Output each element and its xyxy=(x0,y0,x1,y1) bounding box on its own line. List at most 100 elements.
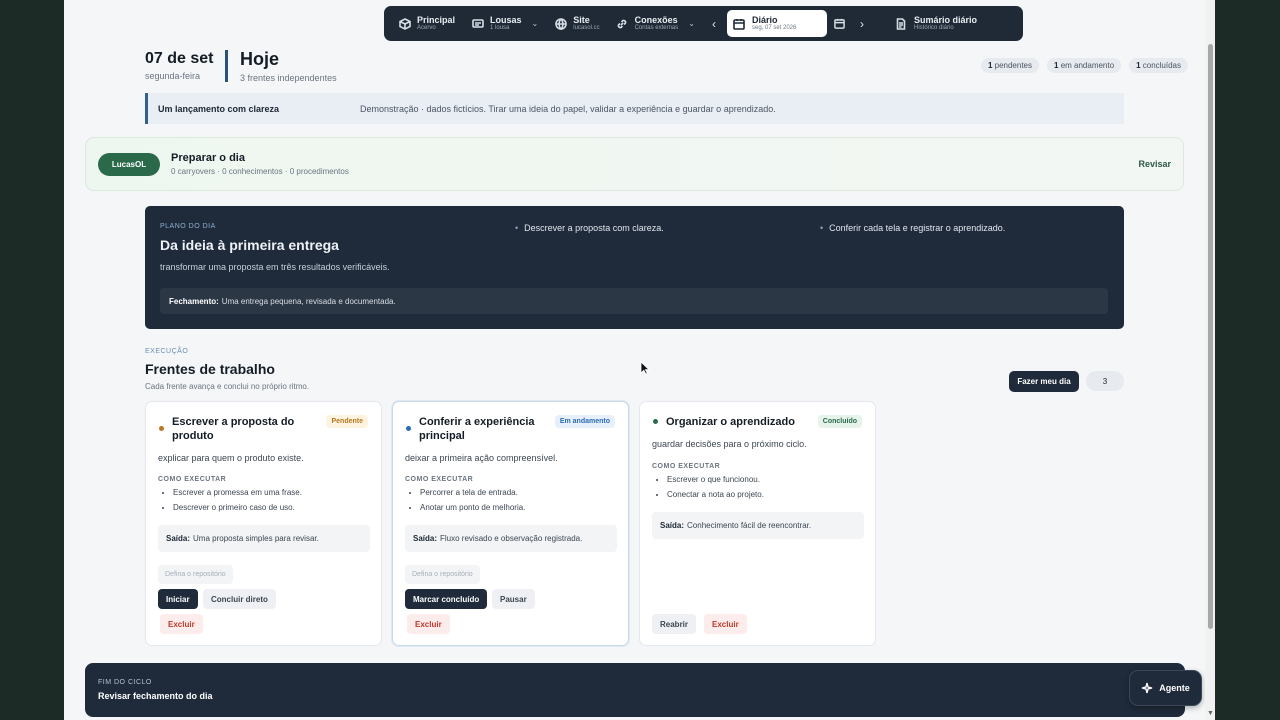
globe-icon xyxy=(554,17,567,30)
review-button[interactable]: Revisar xyxy=(1138,159,1171,169)
chevron-left-icon[interactable]: ‹ xyxy=(705,17,723,31)
set-repository-button[interactable]: Defina o repositório xyxy=(158,565,233,584)
counter-pending-label: pendentes xyxy=(994,61,1032,70)
output-label: Saída: xyxy=(413,534,438,543)
nav-conexoes[interactable]: Conexões Contas externas ⌄ xyxy=(610,10,701,37)
step-item: Anotar um ponto de melhoria. xyxy=(420,503,525,512)
scroll-down-icon[interactable]: ▼ xyxy=(1207,710,1214,717)
pause-button[interactable]: Pausar xyxy=(492,589,535,609)
reopen-button[interactable]: Reabrir xyxy=(652,614,697,634)
top-navigation: Principal Acervo Lousas 1 lousa ⌄ Site luca… xyxy=(384,6,1023,41)
prepare-title: Preparar o dia xyxy=(171,152,245,164)
execution-kicker: EXECUÇÃO xyxy=(145,348,189,355)
plan-bullet: Descrever a proposta com clareza. xyxy=(515,223,664,233)
card-output: Saída: Uma proposta simples para revisar. xyxy=(158,525,370,552)
set-repository-button[interactable]: Defina o repositório xyxy=(405,565,480,584)
status-badge: Em andamento xyxy=(554,415,615,428)
plan-title: Da ideia à primeira entrega xyxy=(160,237,339,253)
output-text: Uma proposta simples para revisar. xyxy=(193,534,319,543)
scrollbar-thumb[interactable] xyxy=(1208,44,1213,629)
current-weekday: segunda-feira xyxy=(145,71,201,81)
card-output: Saída: Conhecimento fácil de reencontrar. xyxy=(652,512,864,539)
step-item: Escrever a promessa em uma frase. xyxy=(173,488,302,497)
nav-diario[interactable]: Diário seg, 07 set 2026 xyxy=(726,10,827,37)
card-title: Conferir a experiência principal xyxy=(419,416,535,443)
document-icon xyxy=(895,17,908,30)
complete-direct-button[interactable]: Concluir direto xyxy=(203,589,276,609)
status-dot xyxy=(159,426,164,431)
status-counters: 1 pendentes 1 em andamento 1 concluídas xyxy=(980,58,1188,73)
nav-lousas[interactable]: Lousas 1 lousa ⌄ xyxy=(465,10,544,37)
end-of-cycle-bar[interactable]: FIM DO CICLO Revisar fechamento do dia xyxy=(85,663,1185,717)
sparkle-icon xyxy=(1142,682,1153,694)
today-block: Hoje 3 frentes independentes xyxy=(240,49,337,83)
output-text: Conhecimento fácil de reencontrar. xyxy=(687,521,812,530)
plan-closing: Fechamento: Uma entrega pequena, revisad… xyxy=(160,288,1108,314)
fronts-count: 3 xyxy=(1086,371,1124,391)
counter-done-num: 1 xyxy=(1136,61,1141,70)
mouse-cursor-icon xyxy=(640,361,650,375)
agent-label: Agente xyxy=(1159,683,1190,693)
work-card: Escrever a proposta do produto Pendente … xyxy=(145,401,382,646)
how-to-label: COMO EXECUTAR xyxy=(652,463,721,470)
output-text: Fluxo revisado e observação registrada. xyxy=(440,534,583,543)
how-to-label: COMO EXECUTAR xyxy=(158,476,227,483)
card-title: Organizar o aprendizado xyxy=(666,416,795,428)
nav-diario-sub: seg, 07 set 2026 xyxy=(751,25,797,32)
chevron-down-icon: ⌄ xyxy=(688,19,695,28)
nav-lousas-sub: 1 lousa xyxy=(490,25,510,32)
mark-complete-button[interactable]: Marcar concluído xyxy=(405,589,488,609)
chevron-right-icon[interactable]: › xyxy=(853,17,871,31)
current-date: 07 de set xyxy=(145,50,214,67)
nav-sumario[interactable]: Sumário diário Histórico diário xyxy=(889,10,983,37)
calendar-icon xyxy=(733,17,746,30)
status-dot xyxy=(406,426,411,431)
link-icon xyxy=(616,17,629,30)
steps-list: Escrever o que funcionou. Conectar a not… xyxy=(667,475,764,505)
closing-label: Fechamento: xyxy=(169,296,219,306)
counter-done: 1 concluídas xyxy=(1129,58,1188,73)
nav-conexoes-title: Conexões xyxy=(634,14,678,25)
prepare-meta: 0 carryovers · 0 conhecimentos · 0 proce… xyxy=(171,167,349,176)
scrollbar[interactable]: ▼ xyxy=(1205,0,1215,720)
delete-button[interactable]: Excluir xyxy=(704,614,747,634)
step-item: Escrever o que funcionou. xyxy=(667,475,764,484)
nav-principal-title: Principal xyxy=(417,14,456,25)
start-button[interactable]: Iniciar xyxy=(158,589,198,609)
plan-subtitle: transformar uma proposta em três resulta… xyxy=(160,262,390,272)
work-card: Organizar o aprendizado Concluído guarda… xyxy=(639,401,876,646)
counter-progress-num: 1 xyxy=(1054,61,1059,70)
card-description: guardar decisões para o próximo ciclo. xyxy=(652,439,807,449)
calendar-picker-icon[interactable] xyxy=(831,18,849,29)
plan-bullet: Conferir cada tela e registrar o aprendi… xyxy=(820,223,1005,233)
steps-list: Escrever a promessa em uma frase. Descre… xyxy=(173,488,302,518)
chevron-down-icon: ⌄ xyxy=(531,19,539,28)
do-my-day-button[interactable]: Fazer meu dia xyxy=(1009,371,1079,392)
nav-lousas-title: Lousas xyxy=(490,14,522,25)
delete-button[interactable]: Excluir xyxy=(407,614,450,634)
counter-in-progress: 1 em andamento xyxy=(1047,58,1122,73)
card-output: Saída: Fluxo revisado e observação regist… xyxy=(405,525,617,552)
nav-site[interactable]: Site lucasol.cc xyxy=(548,10,605,37)
counter-pending: 1 pendentes xyxy=(980,58,1039,73)
counter-done-label: concluídas xyxy=(1142,61,1181,70)
how-to-label: COMO EXECUTAR xyxy=(405,476,474,483)
date-block: 07 de set segunda-feira xyxy=(145,50,213,81)
counter-pending-num: 1 xyxy=(987,61,993,70)
goal-title: Um lançamento com clareza xyxy=(158,103,280,114)
goal-banner: Um lançamento com clareza Demonstração ·… xyxy=(145,93,1124,124)
card-title: Escrever a proposta do produto xyxy=(172,416,295,443)
plan-kicker: PLANO DO DIA xyxy=(160,223,216,230)
output-label: Saída: xyxy=(660,521,685,530)
status-badge: Concluído xyxy=(817,415,862,428)
nav-principal-sub: Acervo xyxy=(417,25,436,32)
nav-principal[interactable]: Principal Acervo xyxy=(392,10,461,37)
nav-site-title: Site xyxy=(573,14,590,25)
nav-sumario-sub: Histórico diário xyxy=(913,25,954,32)
delete-button[interactable]: Excluir xyxy=(160,614,203,634)
status-badge: Pendente xyxy=(326,415,368,428)
agent-button[interactable]: Agente xyxy=(1129,670,1202,706)
cube-icon xyxy=(398,17,411,30)
day-plan-panel: PLANO DO DIA Da ideia à primeira entrega… xyxy=(145,206,1124,329)
execution-title: Frentes de trabalho xyxy=(145,361,275,377)
